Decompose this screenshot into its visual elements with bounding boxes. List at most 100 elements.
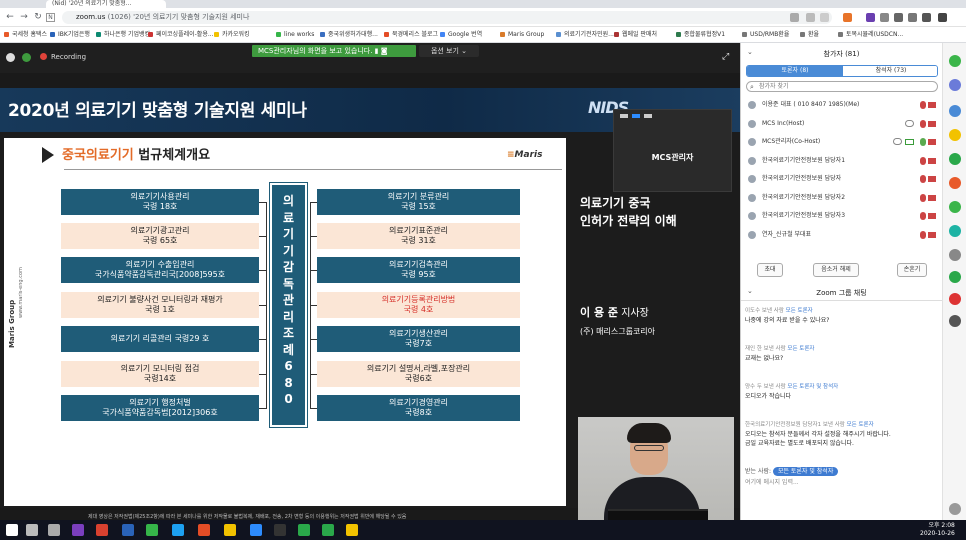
bookmark-item[interactable]: 환율 (800, 27, 819, 43)
fullscreen-icon[interactable]: ⤢ (722, 52, 729, 62)
bookmark-item[interactable]: Google 번역 (440, 27, 482, 43)
tab-attendees[interactable]: 참석자 (73) (843, 66, 937, 76)
video-off-icon[interactable] (928, 102, 936, 108)
bookmark-item[interactable]: 하나은행 기업뱅킹 (96, 27, 150, 43)
unmute-all-button[interactable]: 음소거 해제 (813, 263, 859, 277)
folder-icon[interactable] (224, 524, 236, 536)
wechat-icon[interactable] (298, 524, 310, 536)
video-off-icon[interactable] (928, 157, 936, 164)
site-icon[interactable]: N (46, 13, 55, 22)
search-icon[interactable] (26, 524, 38, 536)
app-icon[interactable] (949, 55, 961, 67)
add-icon[interactable] (949, 315, 961, 327)
line-icon[interactable] (146, 524, 158, 536)
participant-thumbnail[interactable]: MCS관리자 (613, 109, 732, 192)
bookmark-item[interactable]: 의료기기전자민원... (556, 27, 614, 43)
mic-muted-icon[interactable] (920, 193, 926, 202)
invite-button[interactable]: 초대 (757, 263, 783, 277)
participant-search-input[interactable]: ⌕ 참가자 찾기 (746, 81, 938, 92)
url-input[interactable]: zoom.us (1026) '20년 의료기기 맞춤형 기술지원 세미나 (62, 11, 832, 24)
app-icon[interactable] (172, 524, 184, 536)
bookmark-item[interactable]: 북경메리스 블로그 (384, 27, 438, 43)
app-icon[interactable] (949, 105, 961, 117)
video-off-icon[interactable] (928, 120, 936, 127)
app-icon[interactable] (274, 524, 286, 536)
participant-row[interactable]: MCS Inc(Host) (746, 116, 938, 132)
app-icon[interactable] (949, 201, 961, 213)
mic-muted-icon[interactable] (920, 156, 926, 165)
video-off-icon[interactable] (928, 139, 936, 145)
reload-icon[interactable]: ↻ (32, 11, 44, 23)
extension-icon[interactable] (908, 13, 917, 22)
participant-row[interactable]: 연자_신규철 부대표 (746, 227, 938, 243)
bookmark-item[interactable]: 웹메일 판매처 (614, 27, 657, 43)
app-icon[interactable] (949, 177, 961, 189)
participant-row[interactable]: 한국의료기기안전정보원 담당자 (746, 171, 938, 187)
zoom-app-icon[interactable] (250, 524, 262, 536)
app-icon[interactable] (949, 225, 961, 237)
bookmark-item[interactable]: line works (276, 27, 314, 43)
more-button[interactable]: 손흔기 (897, 263, 927, 277)
bookmark-item[interactable]: 토목시뮬레(USDCN... (838, 27, 903, 43)
tab-panelists[interactable]: 토론자 (8) (747, 66, 843, 76)
extension-icon[interactable] (843, 13, 852, 22)
recording-indicator[interactable]: Recording (40, 52, 86, 63)
app-icon[interactable] (949, 153, 961, 165)
bookmark-item[interactable]: 국세청 홈택스 (4, 27, 47, 43)
mic-muted-icon[interactable] (920, 175, 926, 183)
onenote-icon[interactable] (72, 524, 84, 536)
kakaotalk-icon[interactable] (346, 524, 358, 536)
settings-icon[interactable] (949, 503, 961, 515)
video-off-icon[interactable] (928, 176, 936, 182)
app-icon[interactable] (198, 524, 210, 536)
app-icon[interactable] (322, 524, 334, 536)
task-view-icon[interactable] (48, 524, 60, 536)
zoom-icon[interactable] (806, 13, 815, 22)
recipient-dropdown[interactable]: 모든 토론자 및 참석자 (772, 467, 839, 476)
back-icon[interactable]: ← (4, 11, 16, 23)
bookmark-item[interactable]: 종합물류협정V1 (676, 27, 725, 43)
mic-muted-icon[interactable] (920, 101, 926, 109)
bookmark-item[interactable]: Maris Group (500, 27, 544, 43)
mic-muted-icon[interactable] (920, 230, 926, 239)
mic-muted-icon[interactable] (920, 119, 926, 128)
app-icon[interactable] (949, 129, 961, 141)
encryption-shield-icon[interactable] (22, 53, 31, 62)
app-icon[interactable] (949, 271, 961, 283)
video-off-icon[interactable] (928, 231, 936, 238)
app-icon[interactable] (949, 293, 961, 305)
minimize-icon[interactable] (620, 114, 628, 118)
app-icon[interactable] (96, 524, 108, 536)
app-icon[interactable] (949, 79, 961, 91)
chat-input[interactable]: 여기에 메시지 입력... (745, 477, 799, 486)
browser-tab[interactable]: (Nid) '20년 의료기기 맞춤형... (46, 0, 166, 8)
bookmark-star-icon[interactable] (820, 13, 829, 22)
view-options-button[interactable]: 옵션 보기 ⌄ (419, 45, 479, 57)
participant-row[interactable]: 이용준 대표 ( 010 8407 1985)(Me) (746, 97, 938, 113)
info-icon[interactable] (6, 53, 15, 62)
download-icon[interactable] (790, 13, 799, 22)
chrome-menu-icon[interactable] (938, 13, 947, 22)
participant-row[interactable]: 한국의료기기안전정보원 담당자2 (746, 190, 938, 206)
bookmark-item[interactable]: 중국위생허가대행... (320, 27, 378, 43)
bookmark-item[interactable]: 카카오워킹 (214, 27, 250, 43)
app-icon[interactable] (122, 524, 134, 536)
system-clock[interactable]: 오후 2:08 2020-10-26 (920, 522, 955, 538)
forward-icon[interactable]: → (18, 11, 30, 23)
layout-icon[interactable] (644, 114, 652, 118)
mic-muted-icon[interactable] (920, 212, 926, 220)
layout-icon[interactable] (632, 114, 640, 118)
video-off-icon[interactable] (928, 194, 936, 201)
participant-row[interactable]: MCS관리자(Co-Host) (746, 134, 938, 150)
camera-icon[interactable] (894, 13, 903, 22)
start-icon[interactable] (6, 524, 18, 536)
participant-row[interactable]: 한국의료기기안전정보원 담당자1 (746, 153, 938, 169)
mic-icon[interactable] (920, 138, 926, 146)
bookmark-item[interactable]: USD/RMB환율 (742, 27, 789, 43)
video-off-icon[interactable] (928, 213, 936, 219)
bookmark-item[interactable]: IBK기업은행 (50, 27, 90, 43)
bookmark-item[interactable]: 페이코싱플레이-활용... (148, 27, 214, 43)
participant-row[interactable]: 한국의료기기안전정보원 담당자3 (746, 208, 938, 224)
extension-icon[interactable] (866, 13, 875, 22)
app-icon[interactable] (949, 249, 961, 261)
